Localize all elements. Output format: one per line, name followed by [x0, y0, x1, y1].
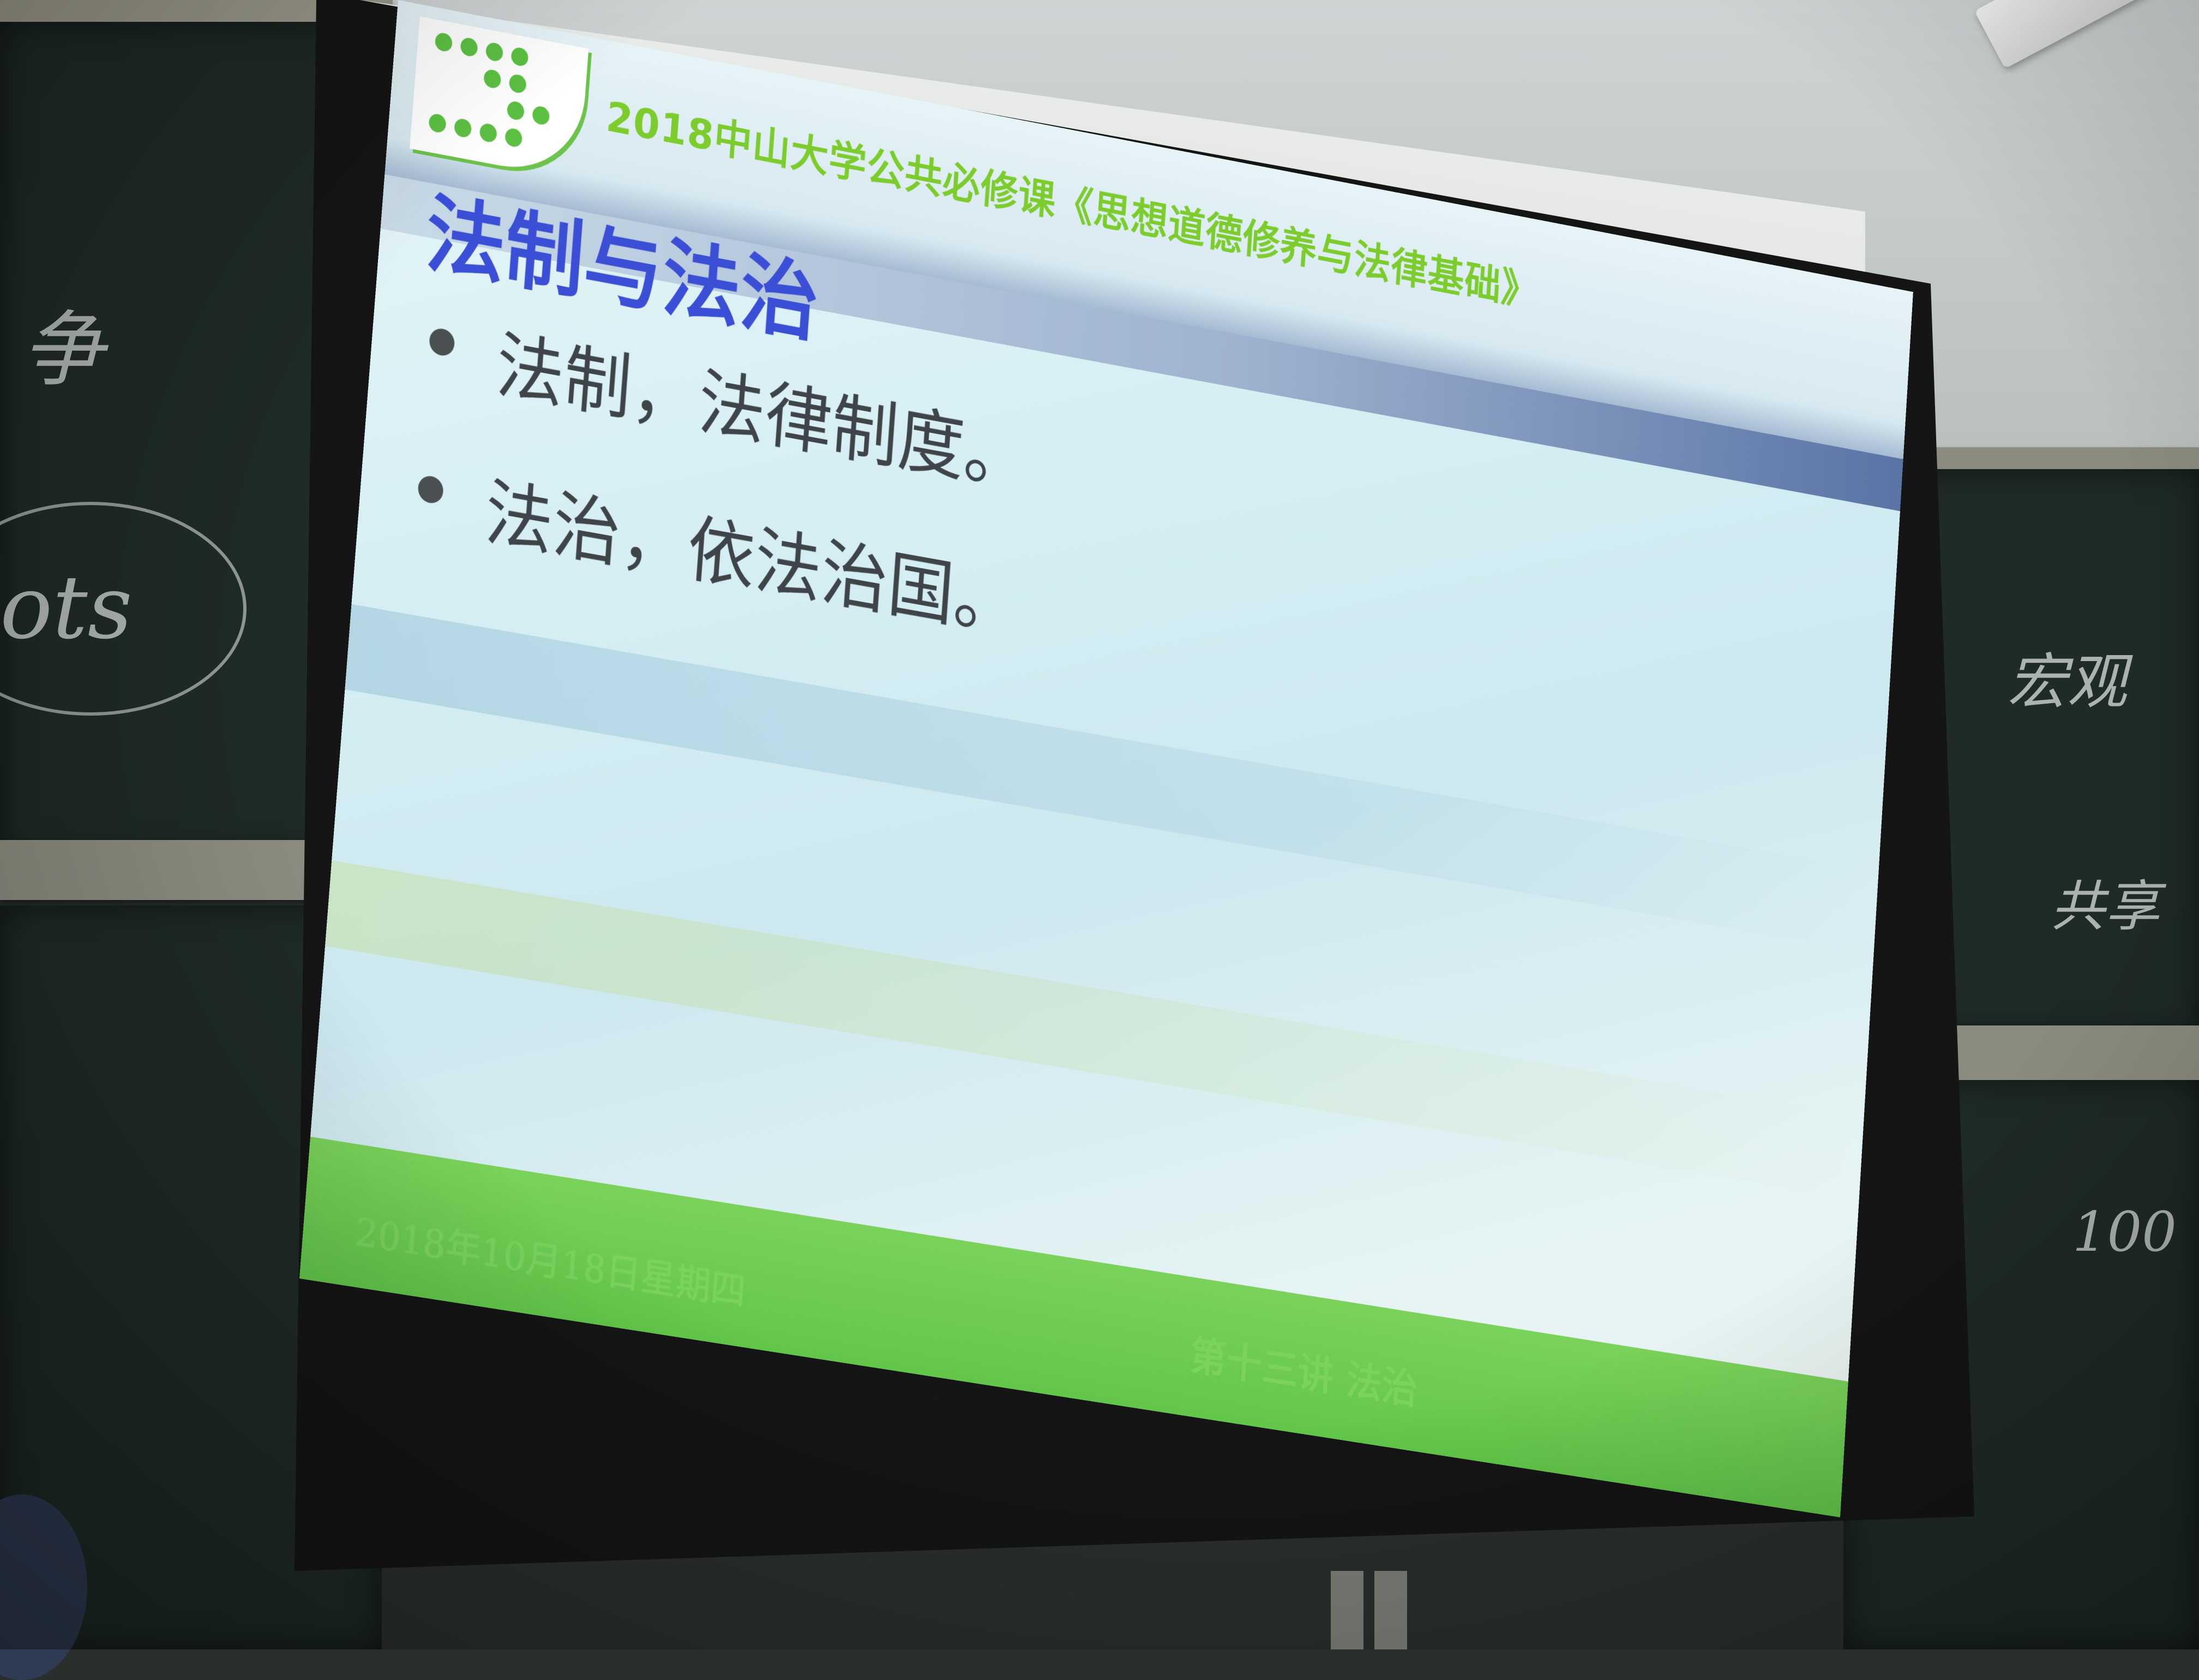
- logo-dot: [434, 31, 453, 53]
- footer-chapter: 第十三讲 法治: [1188, 1331, 1419, 1414]
- screen-leg: [1331, 1571, 1363, 1649]
- logo-dot: [506, 100, 525, 122]
- logo-dot: [483, 68, 502, 90]
- logo-dot: [510, 46, 529, 68]
- bullet-dot-icon: [417, 474, 444, 506]
- logo-dot: [428, 112, 447, 134]
- logo-dot: [460, 36, 478, 58]
- chalk-writing: 共享: [2051, 874, 2160, 938]
- logo-dot: [508, 73, 527, 94]
- chalk-writing: 宏观: [2007, 647, 2127, 717]
- chalk-writing: ots: [0, 556, 133, 658]
- chalk-writing: 争: [22, 303, 104, 398]
- screen-leg: [1374, 1571, 1407, 1649]
- logo-dot: [485, 41, 504, 63]
- bullet-dot-icon: [428, 326, 455, 358]
- logo-dot: [453, 117, 472, 139]
- logo-dot: [504, 127, 523, 148]
- chalk-writing: 100: [2072, 1200, 2177, 1264]
- logo-dot: [479, 122, 497, 144]
- bullet-text: 法治，依法治国。: [482, 470, 1023, 650]
- logo-dot: [532, 105, 550, 127]
